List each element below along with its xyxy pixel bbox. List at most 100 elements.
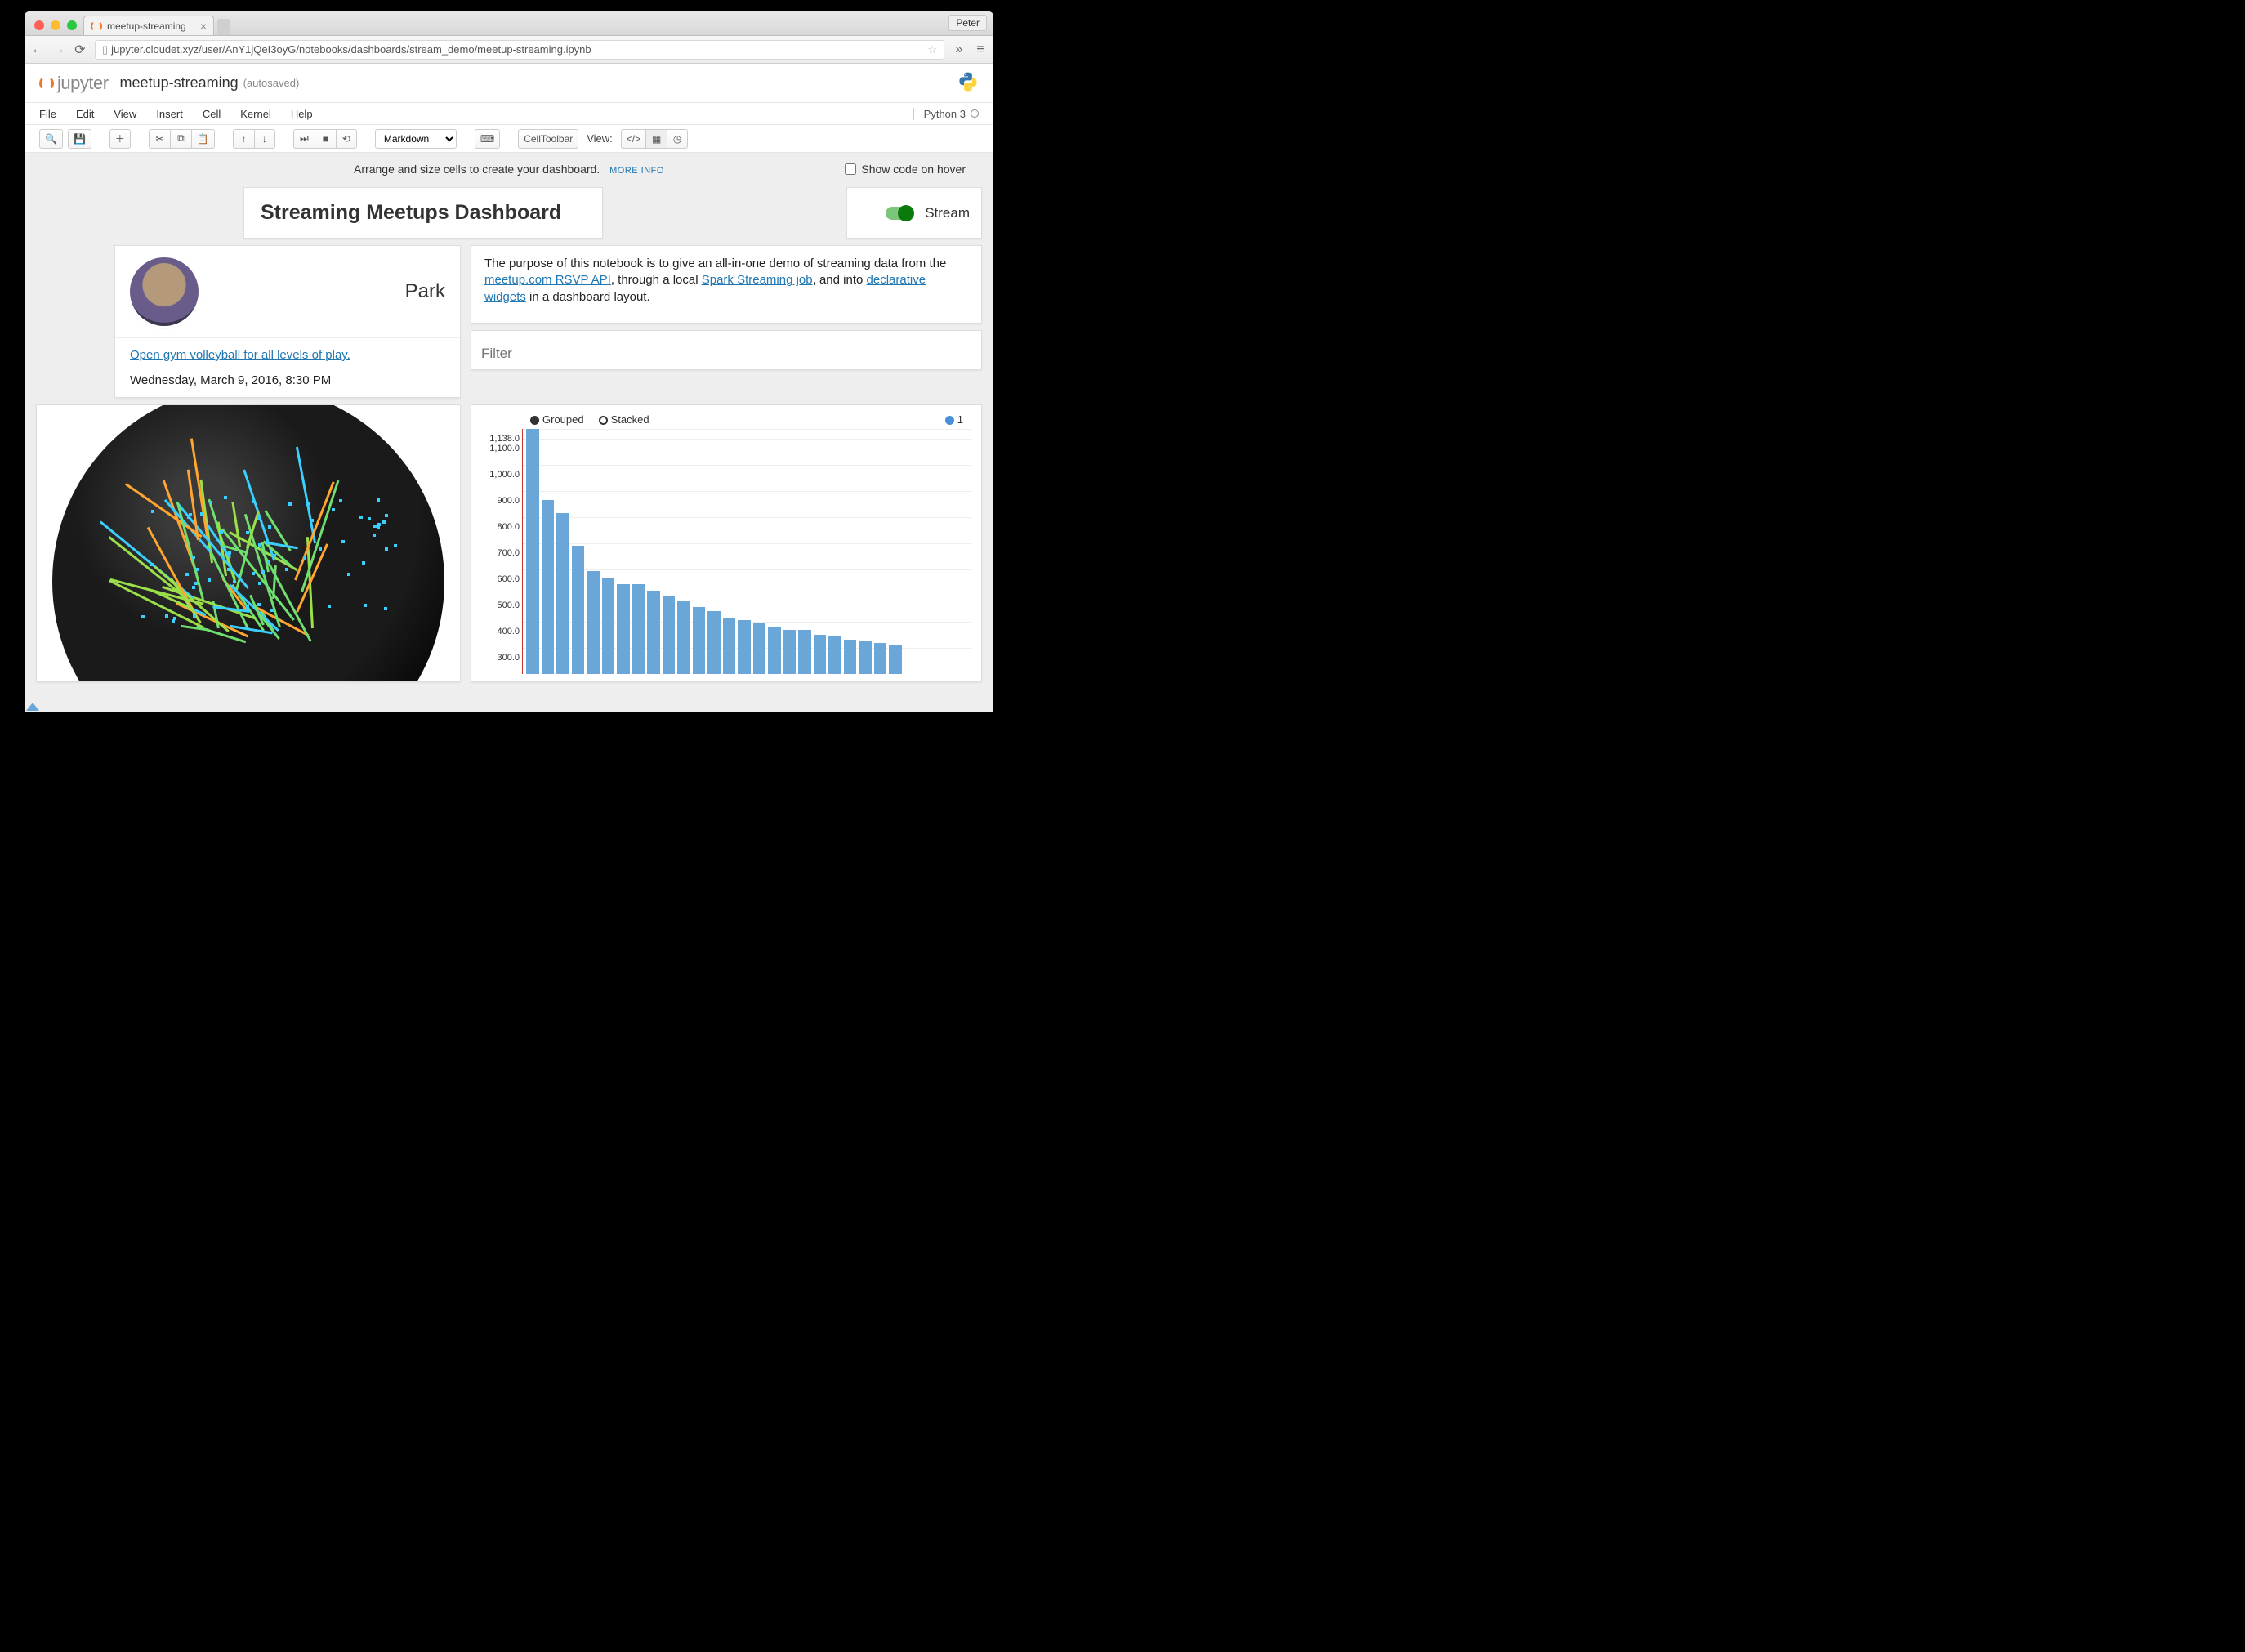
globe-point-icon — [209, 501, 212, 504]
bar[interactable] — [663, 596, 676, 674]
radio-filled-icon — [530, 416, 539, 425]
filter-cell[interactable] — [471, 330, 982, 370]
bar[interactable] — [828, 636, 841, 674]
arrow-down-icon: ↓ — [262, 133, 267, 145]
meetup-card-cell[interactable]: Park Open gym volleyball for all levels … — [114, 245, 461, 398]
globe-point-icon — [359, 516, 363, 519]
dashboard-canvas[interactable]: Arrange and size cells to create your da… — [25, 153, 993, 712]
bar[interactable] — [526, 429, 539, 674]
bar[interactable] — [844, 640, 857, 674]
legend-stacked[interactable]: Stacked — [599, 413, 649, 426]
bar[interactable] — [587, 571, 600, 674]
bar[interactable] — [753, 623, 766, 674]
browser-tab[interactable]: meetup-streaming × — [83, 16, 214, 35]
bar[interactable] — [874, 643, 887, 674]
bar[interactable] — [632, 584, 645, 674]
menu-kernel[interactable]: Kernel — [240, 108, 271, 120]
globe-point-icon — [347, 573, 350, 576]
menu-cell[interactable]: Cell — [203, 108, 221, 120]
find-button[interactable]: 🔍 — [39, 129, 63, 149]
bar[interactable] — [738, 620, 751, 674]
grid-icon: ▦ — [652, 133, 661, 145]
tab-close-icon[interactable]: × — [200, 20, 207, 33]
show-code-toggle[interactable]: Show code on hover — [845, 163, 966, 176]
restart-button[interactable]: ⟲ — [336, 129, 357, 149]
browser-profile-button[interactable]: Peter — [948, 15, 987, 31]
menu-insert[interactable]: Insert — [156, 108, 183, 120]
overflow-icon[interactable]: » — [953, 42, 966, 57]
view-code-button[interactable]: </> — [621, 129, 645, 149]
view-dashboard-button[interactable]: ▦ — [645, 129, 667, 149]
globe-cell[interactable] — [36, 404, 461, 682]
view-preview-button[interactable]: ◷ — [667, 129, 688, 149]
bar[interactable] — [617, 584, 630, 674]
arrow-up-icon: ↑ — [241, 133, 246, 145]
menu-edit[interactable]: Edit — [76, 108, 94, 120]
globe-point-icon — [172, 619, 175, 623]
bar[interactable] — [814, 635, 827, 674]
run-button[interactable]: ⏭ — [293, 129, 315, 149]
celltype-select[interactable]: Markdown — [375, 129, 457, 149]
bar[interactable] — [542, 500, 555, 674]
more-info-link[interactable]: MORE INFO — [609, 166, 664, 176]
bar[interactable] — [707, 611, 721, 674]
move-down-button[interactable]: ↓ — [254, 129, 275, 149]
stream-switch[interactable] — [886, 207, 913, 220]
hamburger-menu-icon[interactable]: ≡ — [974, 42, 987, 57]
menu-file[interactable]: File — [39, 108, 56, 120]
celltoolbar-button[interactable]: CellToolbar — [518, 129, 578, 149]
cut-button[interactable]: ✂ — [149, 129, 170, 149]
description-cell[interactable]: The purpose of this notebook is to give … — [471, 245, 982, 324]
bar[interactable] — [572, 546, 585, 674]
desc-link-rsvp[interactable]: meetup.com RSVP API — [484, 273, 611, 287]
menu-view[interactable]: View — [114, 108, 136, 120]
url-field[interactable]: ▯ jupyter.cloudet.xyz/user/AnY1jQeI3oyG/… — [95, 40, 944, 60]
move-up-button[interactable]: ↑ — [233, 129, 254, 149]
bar[interactable] — [556, 513, 569, 674]
stream-toggle-cell[interactable]: Stream — [846, 187, 982, 239]
globe-point-icon — [341, 540, 345, 543]
jupyter-logo[interactable]: jupyter — [39, 73, 109, 94]
new-tab-button[interactable] — [217, 19, 230, 35]
save-button[interactable]: 💾 — [68, 129, 91, 149]
insert-cell-button[interactable]: ＋ — [109, 129, 131, 149]
kernel-name[interactable]: Python 3 — [924, 108, 966, 120]
kernel-idle-icon — [971, 109, 979, 118]
bar[interactable] — [602, 578, 615, 674]
nav-back-icon[interactable]: ← — [31, 42, 44, 57]
filter-input[interactable] — [481, 344, 971, 364]
barchart-cell[interactable]: Grouped Stacked 1 1,138.01,100.01,000.09… — [471, 404, 982, 682]
interrupt-button[interactable]: ■ — [315, 129, 336, 149]
bookmark-star-icon[interactable]: ☆ — [927, 43, 937, 56]
bar[interactable] — [693, 607, 706, 674]
legend-grouped[interactable]: Grouped — [530, 413, 584, 426]
resize-handle-icon[interactable] — [26, 703, 39, 711]
meetup-event-link[interactable]: Open gym volleyball for all levels of pl… — [130, 348, 350, 362]
menu-help[interactable]: Help — [291, 108, 313, 120]
minimize-window-icon[interactable] — [51, 20, 60, 30]
bar[interactable] — [859, 641, 872, 674]
copy-button[interactable]: ⧉ — [170, 129, 191, 149]
desc-link-spark[interactable]: Spark Streaming job — [702, 273, 813, 287]
bar[interactable] — [798, 630, 811, 674]
dashboard-title-cell[interactable]: Streaming Meetups Dashboard — [243, 187, 603, 239]
zoom-window-icon[interactable] — [67, 20, 77, 30]
paste-button[interactable]: 📋 — [191, 129, 215, 149]
command-palette-button[interactable]: ⌨ — [475, 129, 500, 149]
series-dot-icon — [945, 416, 954, 425]
show-code-checkbox[interactable] — [845, 163, 856, 175]
python-kernel-icon — [957, 71, 979, 95]
page-info-icon[interactable]: ▯ — [102, 43, 108, 56]
bar[interactable] — [677, 601, 690, 674]
bar[interactable] — [723, 618, 736, 674]
bar[interactable] — [783, 630, 797, 674]
y-tick-label: 700.0 — [482, 548, 520, 558]
y-tick-label: 500.0 — [482, 601, 520, 610]
notebook-title[interactable]: meetup-streaming — [120, 74, 239, 92]
globe-point-icon — [228, 551, 231, 555]
bar[interactable] — [768, 627, 781, 674]
bar[interactable] — [889, 645, 902, 674]
close-window-icon[interactable] — [34, 20, 44, 30]
bar[interactable] — [647, 591, 660, 674]
nav-reload-icon[interactable]: ⟳ — [74, 42, 87, 58]
